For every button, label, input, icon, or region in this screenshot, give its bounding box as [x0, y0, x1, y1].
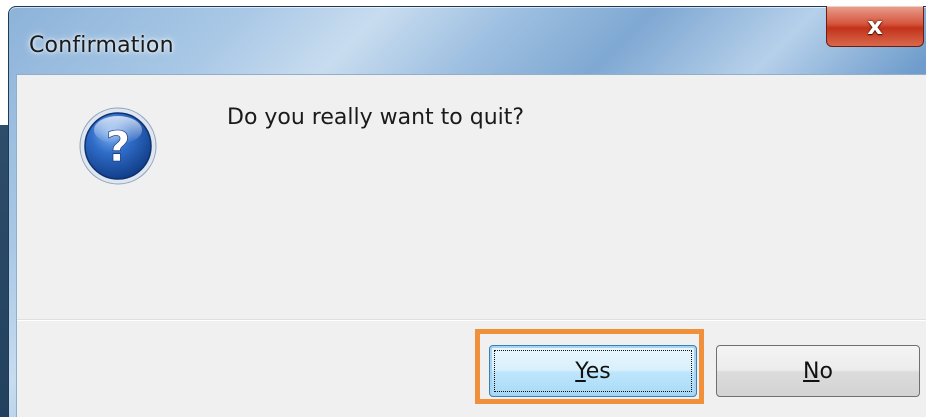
window-title: Confirmation: [29, 33, 174, 58]
close-button[interactable]: x: [826, 6, 924, 47]
screen: Confirmation x ? Do you really want to q…: [0, 0, 926, 417]
message-area: ? Do you really want to quit?: [17, 75, 926, 319]
yes-accelerator: Y: [575, 358, 586, 384]
no-button-label: No: [803, 359, 833, 384]
yes-label-rest: es: [585, 358, 611, 384]
no-label-rest: o: [819, 358, 833, 384]
yes-button[interactable]: Yes: [489, 345, 697, 397]
close-icon: x: [867, 12, 883, 40]
svg-text:?: ?: [106, 122, 130, 171]
dialog-client-area: ? Do you really want to quit? Yes No: [16, 74, 926, 417]
dialog-message: Do you really want to quit?: [227, 105, 525, 130]
no-accelerator: N: [803, 358, 820, 384]
title-bar[interactable]: Confirmation x: [9, 6, 926, 79]
question-icon: ?: [79, 107, 157, 185]
button-bar: Yes No: [17, 321, 926, 417]
yes-button-label: Yes: [575, 359, 611, 384]
no-button[interactable]: No: [716, 345, 920, 397]
